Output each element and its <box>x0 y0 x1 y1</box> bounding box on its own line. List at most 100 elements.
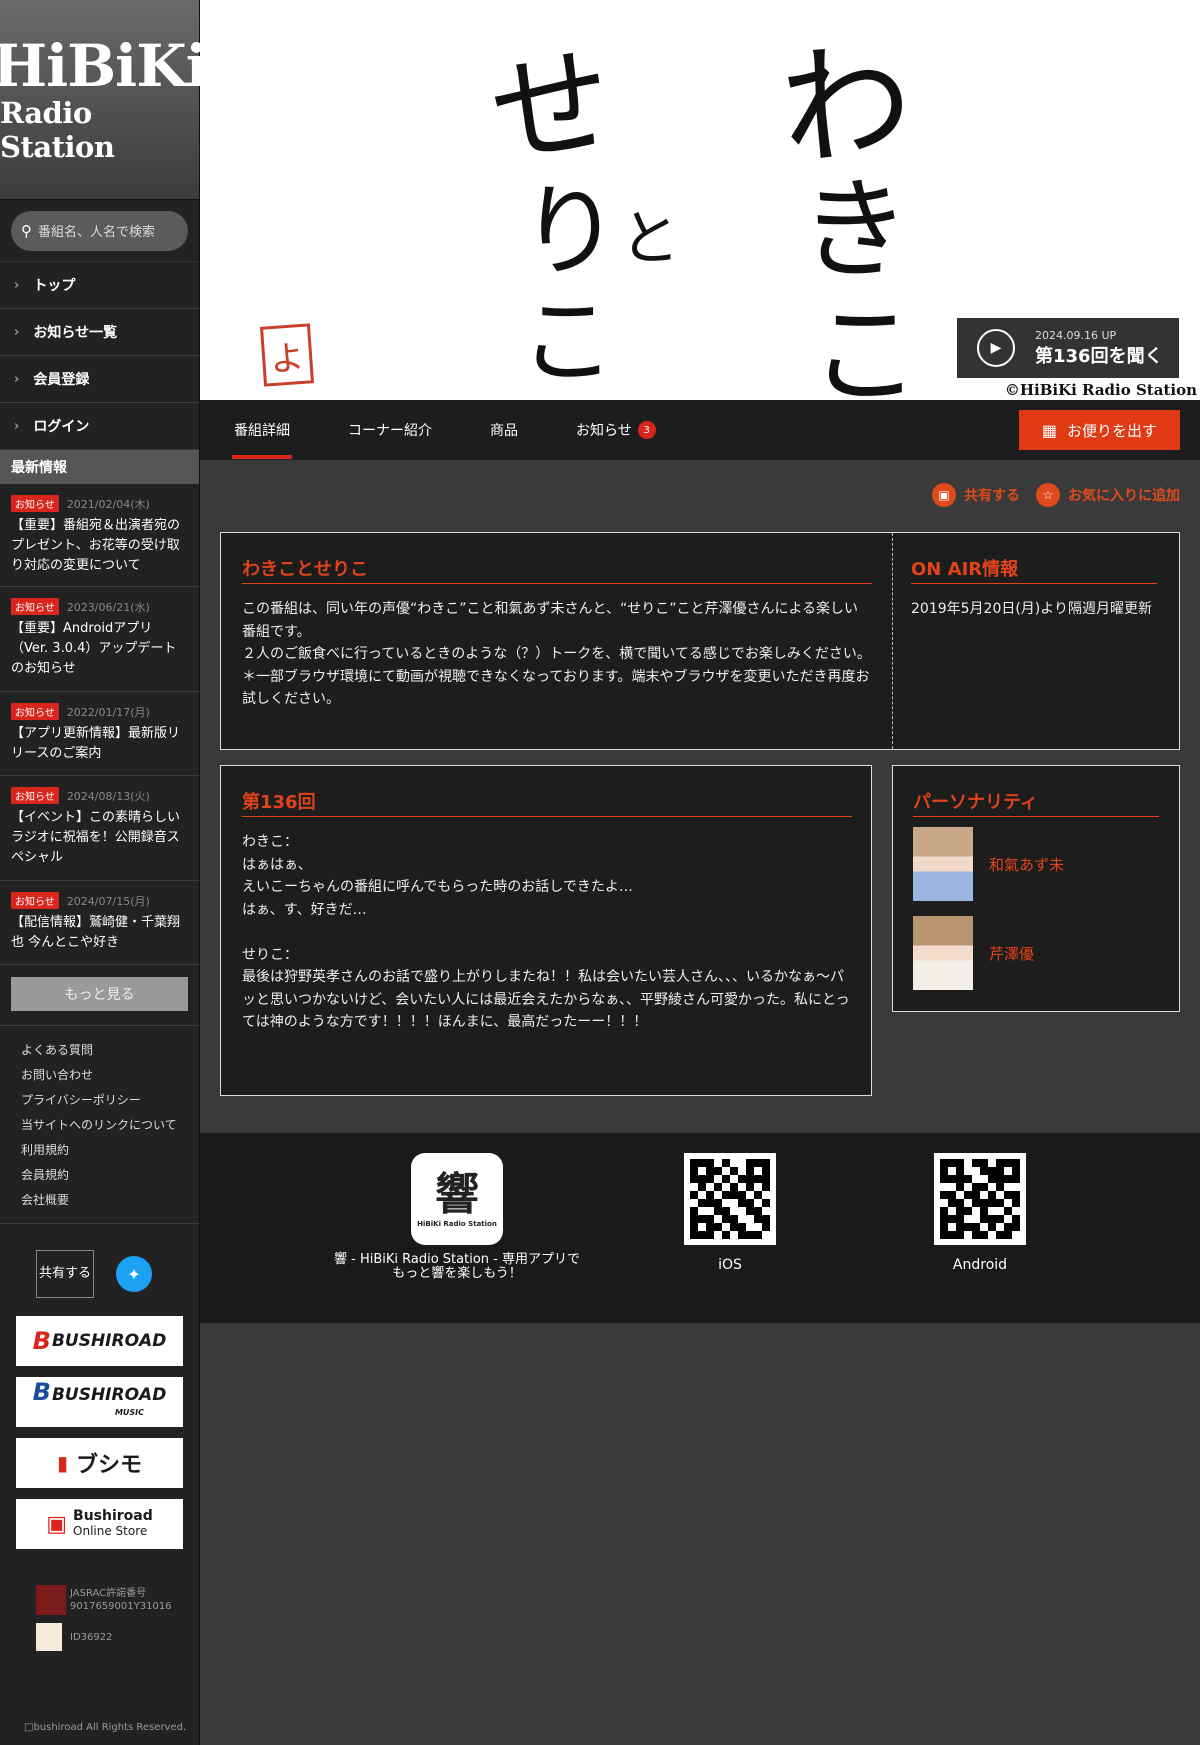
banner-label: ブシモ <box>76 1453 143 1478</box>
banner-label: Bushiroad <box>73 1508 153 1524</box>
share-label: 共有する <box>964 488 1020 504</box>
nav-item-top[interactable]: › トップ <box>0 262 199 309</box>
episode-line: えいこーちゃんの番組に呼んでもらった時のお話しできたよ… <box>242 879 633 895</box>
episode-line: 最後は狩野英孝さんのお話で盛り上がりしまたね！！私は会いたい芸人さん、、、いるか… <box>242 969 850 1030</box>
logo-line1: HiBiKi <box>0 31 208 100</box>
personality-name: 和氣あず未 <box>989 855 1065 874</box>
episode-line: わきこ： <box>242 834 298 850</box>
sidebar: HiBiKi Radio Station ⚲ 番組名、人名で検索 › トップ › お… <box>0 0 208 1745</box>
news-item[interactable]: お知らせ 2024/08/13(火) 【イベント】この素晴らしいラジオに祝福を！公… <box>0 776 199 881</box>
news-heading: 最新情報 <box>0 450 199 484</box>
hero-stamp: よ <box>259 323 315 387</box>
app-icon-label: 響 <box>435 1169 479 1220</box>
news-item[interactable]: お知らせ 2022/01/17(月) 【アプリ更新情報】最新版リリースのご案内 <box>0 692 199 776</box>
share-program-button[interactable]: ▣ 共有する <box>932 483 1020 507</box>
news-item[interactable]: お知らせ 2021/02/04(木) 【重要】番組宛＆出演者宛のプレゼント、お花等… <box>0 484 199 587</box>
program-description: この番組は、同い年の声優“わきこ”こと和氣あず未さんと、“せりこ”こと芹澤優さん… <box>242 601 859 640</box>
hero-char: と <box>620 204 680 274</box>
share-button[interactable]: 共有する <box>36 1250 94 1298</box>
app-promo[interactable]: 響 HiBiKi Radio Station 響 - HiBiKi Radio … <box>317 1153 597 1281</box>
banner-bushiroad-online-store[interactable]: ▣ Bushiroad Online Store <box>16 1499 183 1549</box>
ios-download[interactable]: iOS <box>660 1153 800 1273</box>
twitter-icon[interactable]: ✦ <box>116 1256 152 1292</box>
hero-copyright: ©HiBiKi Radio Station <box>1004 381 1197 399</box>
episode-date: 2024.09.16 UP <box>1035 328 1117 342</box>
news-tag: お知らせ <box>11 598 59 615</box>
tab-products[interactable]: 商品 <box>490 400 518 460</box>
more-button[interactable]: もっと見る <box>11 977 188 1011</box>
program-info-box: わきことせりこ この番組は、同い年の声優“わきこ”こと和氣あず未さんと、“せりこ… <box>220 532 1180 750</box>
news-tag: お知らせ <box>11 495 59 512</box>
link-faq[interactable]: よくある質問 <box>21 1038 199 1063</box>
tab-label: 商品 <box>490 423 518 439</box>
personality-name: 芹澤優 <box>989 944 1035 963</box>
link-contact[interactable]: お問い合わせ <box>21 1063 199 1088</box>
bushiroad-music-logo-icon: B <box>32 1377 51 1406</box>
nav-item-news-list[interactable]: › お知らせ一覧 <box>0 309 199 356</box>
app-icon-sub: HiBiKi Radio Station <box>417 1220 497 1228</box>
letter-label: お便りを出す <box>1067 421 1158 440</box>
sidebar-copyright: □bushiroad All Rights Reserved. <box>24 1722 186 1733</box>
ios-qr-code <box>684 1153 776 1245</box>
jasrac-number: 9017659001Y31016 <box>70 1601 172 1612</box>
favorite-label: お気に入りに追加 <box>1068 488 1180 504</box>
nav-item-register[interactable]: › 会員登録 <box>0 356 199 403</box>
news-item[interactable]: お知らせ 2024/07/15(月) 【配信情報】鷲崎健・千葉翔也 今んとこや好き <box>0 881 199 965</box>
nextone-logo-icon <box>36 1623 62 1651</box>
app-download-band: 響 HiBiKi Radio Station 響 - HiBiKi Radio … <box>200 1133 1200 1323</box>
app-caption: もっと響を楽しもう！ <box>392 1266 522 1281</box>
program-actions: ▣ 共有する ☆ お気に入りに追加 <box>916 483 1180 507</box>
link-privacy[interactable]: プライバシーポリシー <box>21 1088 199 1113</box>
star-icon: ☆ <box>1036 483 1060 507</box>
jasrac-logo-icon <box>36 1585 66 1615</box>
logo-line2: Radio Station <box>0 95 115 164</box>
news-item[interactable]: お知らせ 2023/06/21(水) 【重要】Androidアプリ（Ver. 3.… <box>0 587 199 692</box>
tab-label: コーナー紹介 <box>348 423 432 439</box>
news-title: 【重要】Androidアプリ（Ver. 3.0.4）アップデートのお知らせ <box>11 621 177 676</box>
banner-bushiroad-music[interactable]: BBUSHIROAD MUSIC <box>16 1377 183 1427</box>
android-download[interactable]: Android <box>910 1153 1050 1273</box>
link-linking[interactable]: 当サイトへのリンクについて <box>21 1113 199 1138</box>
ios-label: iOS <box>718 1257 742 1273</box>
avatar <box>913 827 973 901</box>
bushimo-logo-icon: ▮ <box>56 1451 68 1475</box>
link-company[interactable]: 会社概要 <box>21 1188 199 1213</box>
banner-bushiroad[interactable]: B BUSHIROAD <box>16 1316 183 1366</box>
banner-bushimo[interactable]: ▮ ブシモ <box>16 1438 183 1488</box>
news-title: 【配信情報】鷲崎健・千葉翔也 今んとこや好き <box>11 915 181 950</box>
onair-text: 2019年5月20日(月)より隔週月曜更新 <box>911 601 1152 617</box>
news-tag: お知らせ <box>11 892 59 909</box>
personality-item[interactable]: 和氣あず未 <box>913 827 1064 901</box>
episode-title: 第136回 <box>242 788 852 817</box>
link-terms[interactable]: 利用規約 <box>21 1138 199 1163</box>
episode-box: 第136回 わきこ： はぁはぁ、 えいこーちゃんの番組に呼んでもらった時のお話し… <box>220 765 872 1096</box>
chevron-right-icon: › <box>14 277 20 293</box>
chevron-right-icon: › <box>14 371 20 387</box>
nav-item-login[interactable]: › ログイン <box>0 403 199 450</box>
link-member-terms[interactable]: 会員規約 <box>21 1163 199 1188</box>
android-label: Android <box>952 1257 1008 1273</box>
hero-char: こ <box>520 287 616 397</box>
episode-line: はぁはぁ、 <box>242 856 312 873</box>
tab-corners[interactable]: コーナー紹介 <box>348 400 432 460</box>
add-favorite-button[interactable]: ☆ お気に入りに追加 <box>1036 483 1180 507</box>
bushiroad-logo-icon: B <box>32 1327 51 1355</box>
hero-image: わ き こ と せ り こ よ ▶ 2024.09.16 UP 第136回を聞く… <box>200 0 1200 400</box>
send-letter-button[interactable]: ▦ お便りを出す <box>1019 410 1180 450</box>
app-caption: 響 - HiBiKi Radio Station - 専用アプリで <box>334 1252 580 1267</box>
tab-program-details[interactable]: 番組詳細 <box>232 400 292 460</box>
personality-title: パーソナリティ <box>913 788 1159 817</box>
tab-label: 番組詳細 <box>234 423 290 439</box>
personality-item[interactable]: 芹澤優 <box>913 916 1034 990</box>
listen-latest-button[interactable]: ▶ 2024.09.16 UP 第136回を聞く <box>957 318 1179 378</box>
jasrac-label: JASRAC許諾番号 <box>70 1588 147 1599</box>
site-logo[interactable]: HiBiKi Radio Station <box>0 0 208 200</box>
tab-label: お知らせ <box>576 423 632 439</box>
nextone-license: ID36922 <box>0 1623 199 1651</box>
nav-label: ログイン <box>33 419 90 435</box>
search-placeholder: 番組名、人名で検索 <box>38 225 156 240</box>
play-icon: ▶ <box>977 329 1015 367</box>
search-input[interactable]: ⚲ 番組名、人名で検索 <box>11 210 188 251</box>
tab-news[interactable]: お知らせ 3 <box>576 400 656 460</box>
program-tabs: 番組詳細 コーナー紹介 商品 お知らせ 3 ▦ お便りを出す <box>200 400 1200 460</box>
